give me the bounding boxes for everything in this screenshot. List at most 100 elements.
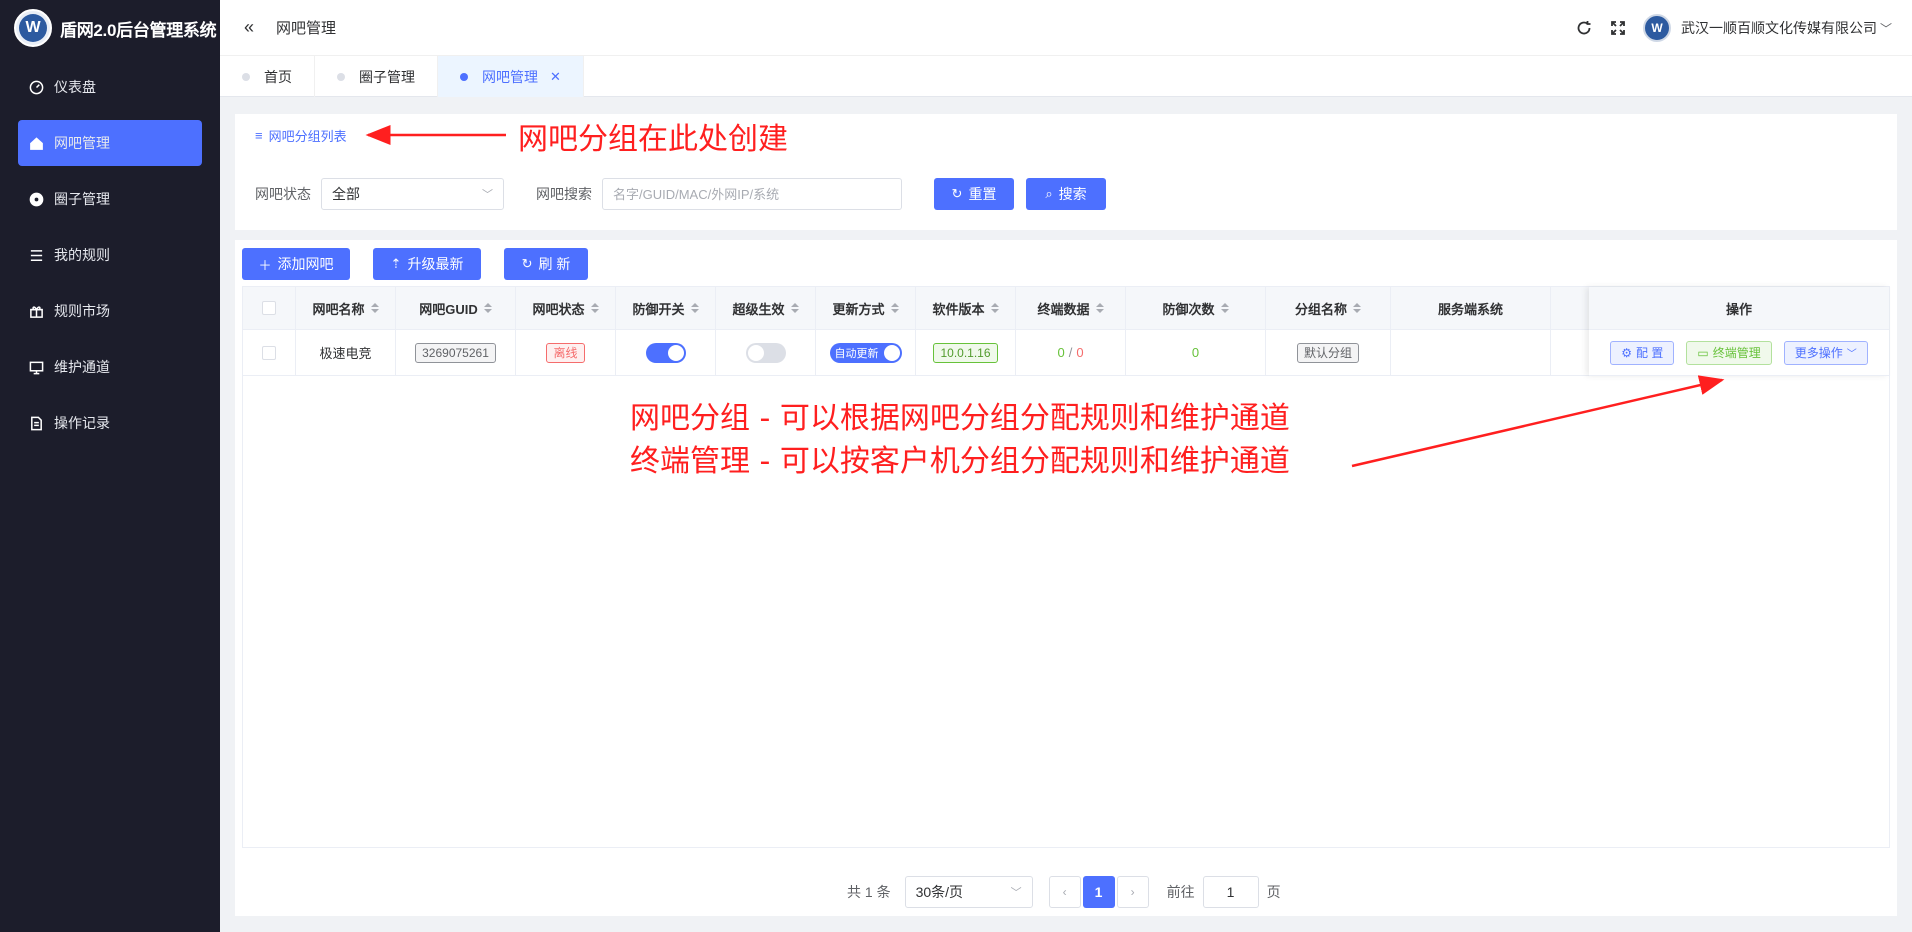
tab-home[interactable]: 首页: [220, 56, 315, 97]
next-page-button[interactable]: ›: [1116, 876, 1149, 908]
tab-circle-management[interactable]: 圈子管理: [315, 56, 438, 97]
tab-dot-icon: [337, 72, 345, 81]
column-title: 分组名称: [1294, 301, 1347, 317]
column-header[interactable]: 超级生效: [716, 287, 816, 329]
row-checkbox[interactable]: [262, 345, 276, 360]
sort-icon: [1095, 303, 1104, 313]
company-name[interactable]: 武汉一顺百顺文化传媒有限公司: [1681, 18, 1877, 38]
auto-update-toggle[interactable]: 自动更新: [829, 342, 902, 363]
status-select-value: 全部: [332, 186, 360, 202]
sort-icon: [370, 303, 379, 313]
sidebar-item-dashboard[interactable]: 仪表盘: [18, 64, 202, 110]
sort-icon: [690, 303, 699, 313]
column-header[interactable]: 更新方式: [816, 287, 916, 329]
annotation-line-1: 网吧分组 - 可以根据网吧分组分配规则和维护通道: [630, 401, 1290, 436]
group-tag: 默认分组: [1296, 342, 1359, 363]
column-title: 防御开关: [632, 301, 685, 317]
collapse-sidebar-icon[interactable]: «: [244, 17, 264, 38]
logo: W: [14, 9, 52, 47]
column-header[interactable]: 分组名称: [1266, 287, 1391, 329]
prev-page-button[interactable]: ‹: [1048, 876, 1081, 908]
home-icon: [28, 135, 44, 151]
sidebar-item-netbar[interactable]: 网吧管理: [18, 120, 202, 166]
tab-label: 首页: [264, 68, 292, 85]
search-input[interactable]: [602, 178, 902, 210]
column-header[interactable]: 网吧名称: [296, 287, 396, 329]
sort-icon: [890, 303, 899, 313]
column-title: 网吧GUID: [419, 301, 478, 317]
sidebar-item-label: 圈子管理: [54, 191, 110, 207]
header-actions: W 武汉一顺百顺文化传媒有限公司 ﹀: [1575, 0, 1892, 56]
more-label: 更多操作: [1794, 346, 1843, 360]
more-actions-button[interactable]: 更多操作 ﹀: [1783, 340, 1868, 365]
sort-icon: [1353, 303, 1361, 313]
sidebar-item-circle[interactable]: 圈子管理: [18, 176, 202, 222]
close-icon[interactable]: ✕: [550, 69, 561, 85]
column-header[interactable]: 防御开关: [616, 287, 716, 329]
top-header: « 网吧管理 W 武汉一顺百顺文化传媒有限公司 ﹀: [220, 0, 1912, 56]
sidebar-item-market[interactable]: 规则市场: [18, 288, 202, 334]
refresh-button[interactable]: ↻ 刷 新: [504, 248, 588, 280]
reset-button[interactable]: ↻ 重置: [934, 178, 1014, 210]
defense-count-cell: 0: [1126, 330, 1266, 375]
defense-switch-cell: [616, 330, 716, 375]
operations-cell: ⚙ 配 置 ▭ 终端管理 更多操作 ﹀: [1589, 330, 1889, 376]
terminal-separator: /: [1068, 345, 1073, 360]
super-effect-toggle[interactable]: [745, 342, 786, 363]
annotation-explanation: 网吧分组 - 可以根据网吧分组分配规则和维护通道 终端管理 - 可以按客户机分组…: [630, 397, 1290, 483]
plus-icon: ＋: [258, 257, 272, 273]
select-all-checkbox[interactable]: [262, 301, 276, 315]
config-button[interactable]: ⚙ 配 置: [1610, 340, 1675, 365]
upgrade-latest-button[interactable]: ⇡ 升级最新: [373, 248, 481, 280]
tab-dot-icon: [460, 72, 468, 81]
terminal-management-button[interactable]: ▭ 终端管理: [1686, 340, 1772, 365]
sort-icon: [790, 303, 799, 313]
terminal-online-count: 0: [1057, 345, 1065, 360]
breadcrumb: 网吧管理: [276, 20, 337, 37]
chevron-down-icon: ﹀: [482, 189, 493, 201]
status-select[interactable]: 全部 ﹀: [321, 178, 504, 210]
status-filter-label: 网吧状态: [255, 186, 311, 202]
defense-toggle[interactable]: [645, 342, 686, 363]
netbar-group-list-link[interactable]: ≡ 网吧分组列表: [255, 126, 347, 145]
header-checkbox-cell: [243, 287, 296, 329]
fullscreen-icon[interactable]: [1609, 19, 1627, 37]
page-unit-label: 页: [1266, 884, 1281, 900]
column-header[interactable]: 软件版本: [916, 287, 1016, 329]
column-header[interactable]: 网吧状态: [516, 287, 616, 329]
column-header[interactable]: 终端数据: [1016, 287, 1126, 329]
version-tag: 10.0.1.16: [933, 342, 998, 363]
sidebar-item-label: 规则市场: [54, 303, 110, 319]
version-cell: 10.0.1.16: [916, 330, 1016, 375]
avatar[interactable]: W: [1642, 14, 1671, 42]
sort-icon: [483, 303, 492, 313]
add-netbar-button[interactable]: ＋ 添加网吧: [242, 248, 350, 280]
column-header[interactable]: 网吧GUID: [396, 287, 516, 329]
refresh-icon[interactable]: [1575, 19, 1593, 37]
sidebar-item-maintenance[interactable]: 维护通道: [18, 344, 202, 390]
app-title: 盾网2.0后台管理系统: [60, 20, 217, 40]
sort-icon: [990, 303, 999, 313]
goto-page-input[interactable]: [1202, 876, 1259, 908]
sidebar-item-label: 操作记录: [54, 415, 110, 431]
column-header: 服务端系统: [1391, 287, 1551, 329]
column-header[interactable]: 防御次数: [1126, 287, 1266, 329]
sidebar-item-rules[interactable]: 我的规则: [18, 232, 202, 278]
update-mode-cell: 自动更新: [816, 330, 916, 375]
column-title: 网吧状态: [532, 301, 585, 317]
search-button[interactable]: ⌕ 搜索: [1026, 178, 1106, 210]
tab-netbar-management[interactable]: 网吧管理 ✕: [438, 56, 584, 97]
monitor-icon: [28, 359, 44, 375]
sidebar-item-logs[interactable]: 操作记录: [18, 400, 202, 446]
gear-icon: ⚙: [1621, 345, 1633, 360]
gift-icon: [28, 303, 44, 319]
pagination: 共 1 条 30条/页 ﹀ ‹ 1 › 前往 页: [847, 876, 1281, 908]
page-number[interactable]: 1: [1082, 876, 1115, 908]
tab-bar: 首页 圈子管理 网吧管理 ✕: [220, 56, 1912, 97]
sort-icon: [590, 303, 599, 313]
column-title: 更新方式: [832, 301, 885, 317]
total-count: 共 1 条: [847, 884, 891, 900]
page-size-select[interactable]: 30条/页 ﹀: [904, 876, 1033, 908]
filter-row: 网吧状态 全部 ﹀ 网吧搜索 ↻ 重置 ⌕ 搜索: [255, 178, 1106, 210]
chevron-down-icon[interactable]: ﹀: [1880, 20, 1892, 37]
